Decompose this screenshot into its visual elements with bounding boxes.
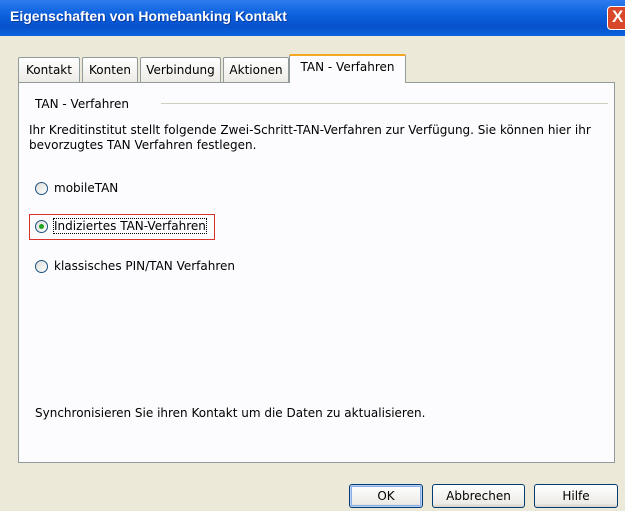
radio-button-icon[interactable] xyxy=(35,182,48,195)
tab-verbindung[interactable]: Verbindung xyxy=(140,57,221,82)
option-label: Indiziertes TAN-Verfahren xyxy=(53,218,207,234)
properties-dialog: Eigenschaften von Homebanking Kontakt X … xyxy=(0,0,625,511)
radio-button-icon[interactable] xyxy=(35,260,48,273)
title-bar[interactable]: Eigenschaften von Homebanking Kontakt X xyxy=(0,0,625,36)
description-text: Ihr Kreditinstitut stellt folgende Zwei-… xyxy=(29,123,591,152)
tab-kontakt[interactable]: Kontakt xyxy=(18,57,80,82)
radio-dot-icon xyxy=(39,224,44,229)
ok-button[interactable]: OK xyxy=(349,484,423,508)
help-button[interactable]: Hilfe xyxy=(534,484,618,508)
tan-verfahren-panel: TAN - Verfahren Ihr Kreditinstitut stell… xyxy=(18,82,615,463)
radio-button-checked-icon[interactable] xyxy=(35,220,48,233)
tab-tan-verfahren[interactable]: TAN - Verfahren xyxy=(289,54,406,83)
close-icon: X xyxy=(612,7,624,26)
group-divider xyxy=(161,103,608,104)
close-button[interactable]: X xyxy=(607,6,625,30)
window-title: Eigenschaften von Homebanking Kontakt xyxy=(10,8,287,24)
sync-hint-text: Synchronisieren Sie ihren Kontakt um die… xyxy=(35,406,426,420)
tab-konten[interactable]: Konten xyxy=(82,57,138,82)
tab-aktionen[interactable]: Aktionen xyxy=(223,57,289,82)
cancel-button[interactable]: Abbrechen xyxy=(432,484,525,508)
group-title: TAN - Verfahren xyxy=(35,97,129,111)
option-label: klassisches PIN/TAN Verfahren xyxy=(54,259,236,273)
option-label: mobileTAN xyxy=(54,181,119,195)
